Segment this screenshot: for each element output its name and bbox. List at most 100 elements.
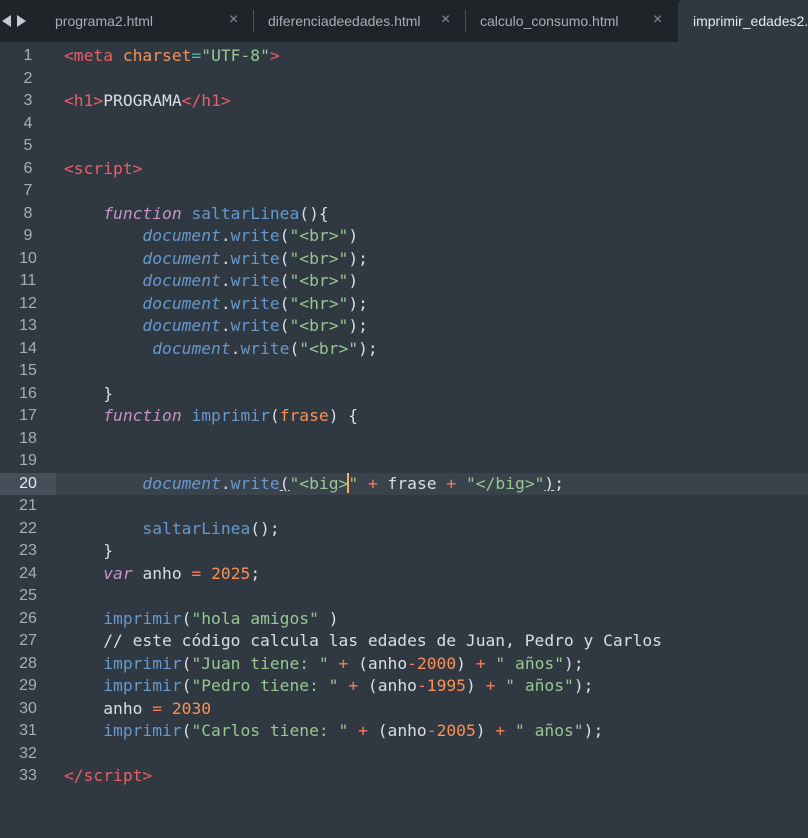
- code-line[interactable]: 31 imprimir("Carlos tiene: " + (anho-200…: [0, 720, 808, 743]
- code-line[interactable]: 24 var anho = 2025;: [0, 563, 808, 586]
- line-number: 14: [19, 339, 37, 357]
- code-token: "<br>": [289, 226, 349, 245]
- code-line[interactable]: 29 imprimir("Pedro tiene: " + (anho-1995…: [0, 675, 808, 698]
- line-number: 7: [23, 182, 33, 199]
- code-line[interactable]: 27 // este código calcula las edades de …: [0, 630, 808, 653]
- tab-nav-arrows: [0, 0, 36, 42]
- code-token: " años": [495, 653, 565, 673]
- close-icon[interactable]: ×: [653, 11, 662, 29]
- code-token: saltarLinea: [142, 518, 251, 538]
- code-token: document: [152, 338, 231, 358]
- code-line[interactable]: 8 function saltarLinea(){: [0, 203, 808, 226]
- tab-calculo-consumo[interactable]: calculo_consumo.html ×: [466, 0, 678, 42]
- code-token: "<hr>": [289, 293, 349, 313]
- code-line[interactable]: 6 <script>: [0, 158, 808, 181]
- code-token: var: [103, 563, 133, 583]
- code-token: function: [103, 203, 182, 223]
- code-line[interactable]: 4: [0, 113, 808, 136]
- code-line[interactable]: 30 anho = 2030: [0, 698, 808, 721]
- arrow-right-icon[interactable]: [17, 15, 26, 27]
- line-number: 31: [19, 722, 37, 739]
- code-token: (: [279, 316, 290, 335]
- code-line[interactable]: 28 imprimir("Juan tiene: " + (anho-2000)…: [0, 653, 808, 676]
- code-token: " años": [505, 676, 574, 695]
- code-token: =: [152, 698, 163, 718]
- code-line[interactable]: 15: [0, 360, 808, 383]
- code-token: charset: [122, 46, 192, 65]
- code-token: imprimir: [103, 676, 182, 695]
- code-text: var anho = 2025;: [64, 563, 260, 586]
- line-number: 33: [19, 767, 37, 784]
- code-token: -: [407, 653, 417, 673]
- code-line[interactable]: 14 document.write("<br>");: [0, 338, 808, 361]
- code-text: imprimir("Carlos tiene: " + (anho-2005) …: [64, 720, 603, 743]
- code-line[interactable]: 26 imprimir("hola amigos" ): [0, 608, 808, 631]
- code-line[interactable]: 21: [0, 495, 808, 518]
- code-editor[interactable]: 1 <meta charset="UTF-8"> 2 3 <h1>PROGRAMA</h…: [0, 44, 808, 838]
- code-token: ): [348, 226, 359, 245]
- code-token: .: [220, 248, 231, 268]
- code-line[interactable]: 11 document.write("<br>"): [0, 270, 808, 293]
- close-icon[interactable]: ×: [229, 11, 238, 29]
- code-line[interactable]: 19: [0, 450, 808, 473]
- code-line[interactable]: 32: [0, 743, 808, 766]
- code-text: document.write("<big>" + frase + "</big>…: [64, 472, 564, 496]
- tab-programa2[interactable]: programa2.html ×: [34, 0, 254, 42]
- arrow-left-icon[interactable]: [2, 15, 11, 27]
- code-token: +: [495, 721, 506, 740]
- code-line[interactable]: 9 document.write("<br>"): [0, 225, 808, 248]
- code-line[interactable]: 33 </script>: [0, 765, 808, 788]
- code-line[interactable]: 22 saltarLinea();: [0, 518, 808, 541]
- code-line[interactable]: 10 document.write("<br>");: [0, 248, 808, 271]
- code-line[interactable]: 12 document.write("<hr>");: [0, 293, 808, 316]
- code-token: ();: [250, 518, 280, 538]
- code-line[interactable]: 3 <h1>PROGRAMA</h1>: [0, 90, 808, 113]
- code-token: write: [230, 271, 280, 290]
- code-line[interactable]: 1 <meta charset="UTF-8">: [0, 45, 808, 68]
- code-line[interactable]: 25: [0, 585, 808, 608]
- code-token: .: [220, 316, 231, 335]
- code-line[interactable]: 2: [0, 68, 808, 91]
- code-text: imprimir("hola amigos" ): [64, 608, 338, 631]
- code-line[interactable]: 16 }: [0, 383, 808, 406]
- code-line[interactable]: 18: [0, 428, 808, 451]
- code-text: function saltarLinea(){: [64, 203, 328, 226]
- code-token: "<br>": [289, 271, 349, 290]
- code-line[interactable]: 13 document.write("<br>");: [0, 315, 808, 338]
- code-line[interactable]: 17 function imprimir(frase) {: [0, 405, 808, 428]
- code-line[interactable]: 23 }: [0, 540, 808, 563]
- tab-imprimir-edades2[interactable]: imprimir_edades2.html: [678, 0, 808, 42]
- code-token: +: [475, 653, 486, 673]
- code-token: +: [446, 473, 457, 493]
- code-line[interactable]: 7: [0, 180, 808, 203]
- code-line[interactable]: 5: [0, 135, 808, 158]
- close-icon[interactable]: ×: [441, 11, 450, 29]
- code-token: ) {: [328, 406, 359, 425]
- line-number: 19: [19, 452, 37, 469]
- code-token: document: [142, 293, 221, 313]
- line-number: 13: [19, 317, 37, 334]
- code-line[interactable]: 20 document.write("<big>" + frase + "</b…: [0, 472, 808, 496]
- code-token: -: [416, 676, 427, 695]
- code-token: >: [93, 91, 104, 110]
- code-token: document: [142, 248, 221, 268]
- code-token: document: [142, 226, 221, 245]
- code-text: }: [64, 383, 113, 406]
- code-token: " años": [515, 721, 584, 740]
- code-token: write: [230, 226, 280, 245]
- line-number: 8: [23, 204, 33, 222]
- code-token: );: [348, 293, 368, 313]
- code-token: frase: [377, 473, 447, 493]
- tab-diferenciadeedades[interactable]: diferenciadeedades.html ×: [254, 0, 466, 42]
- code-token: <h1: [64, 91, 94, 110]
- tab-label: diferenciadeedades.html: [268, 13, 421, 29]
- line-number: 5: [23, 137, 33, 154]
- code-token: (: [181, 676, 192, 695]
